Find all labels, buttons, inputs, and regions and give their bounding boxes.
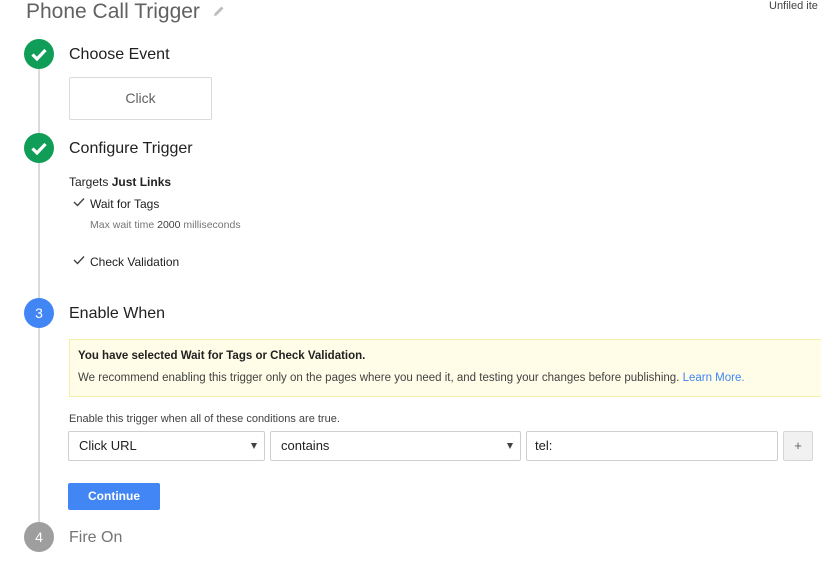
step-1-done-indicator [24,39,54,69]
targets-line: Targets Just Links [69,175,171,189]
validation-notice: You have selected Wait for Tags or Check… [69,339,821,397]
conditions-label: Enable this trigger when all of these co… [69,413,340,425]
check-validation-label: Check Validation [90,255,180,269]
operator-select-value: contains [281,438,330,453]
add-condition-button[interactable]: + [783,431,813,461]
check-icon [73,256,85,265]
variable-select-value: Click URL [79,438,137,453]
page-title: Phone Call Trigger [26,0,200,23]
operator-select[interactable]: contains [270,431,521,461]
notice-text: We recommend enabling this trigger only … [78,372,680,384]
checkmark-icon [31,48,47,62]
max-wait-value: 2000 [157,219,181,231]
check-icon [73,198,85,207]
dropdown-caret-icon [251,443,257,449]
variable-select[interactable]: Click URL [68,431,265,461]
step-title-enable-when[interactable]: Enable When [69,304,165,324]
max-wait-line: Max wait time 2000 milliseconds [90,219,241,231]
wait-for-tags-label: Wait for Tags [90,197,160,211]
max-wait-suffix: milliseconds [183,219,241,231]
checkmark-icon [31,142,47,156]
step-4-indicator: 4 [24,522,54,552]
continue-button[interactable]: Continue [68,483,160,510]
max-wait-prefix: Max wait time [90,219,155,231]
step-3-indicator: 3 [24,298,54,328]
dropdown-caret-icon [507,443,513,449]
learn-more-link[interactable]: Learn More. [683,372,745,384]
step-title-configure-trigger[interactable]: Configure Trigger [69,139,193,159]
notice-title: You have selected Wait for Tags or Check… [78,350,366,362]
condition-value-input[interactable]: tel: [526,431,778,461]
step-title-fire-on[interactable]: Fire On [69,528,122,548]
step-title-choose-event[interactable]: Choose Event [69,45,170,65]
notice-body: We recommend enabling this trigger only … [78,372,745,384]
folder-label[interactable]: Unfiled ite [769,0,821,12]
targets-value: Just Links [111,175,172,189]
targets-prefix: Targets [69,175,109,189]
event-type-card[interactable]: Click [69,77,212,120]
pencil-icon[interactable] [212,4,226,18]
step-2-done-indicator [24,133,54,163]
